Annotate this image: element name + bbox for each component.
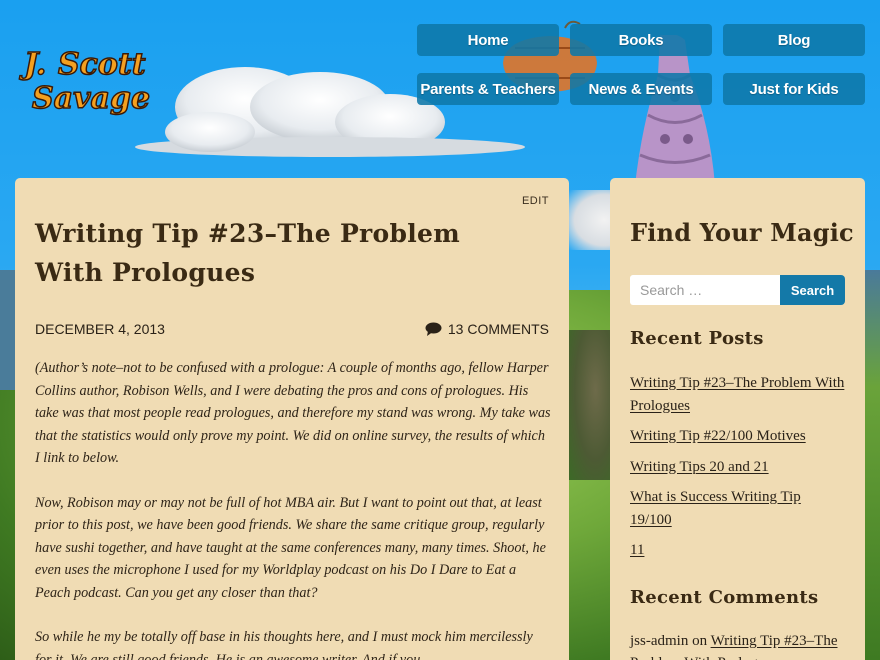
main-nav: Home Books Blog Parents & Teachers News … [417,24,865,106]
background-grass-right [864,270,880,660]
recent-comments-title: Recent Comments [630,587,819,608]
recent-post-item: What is Success Writing Tip 19/100 [630,486,845,531]
svg-text:J.: J. [19,47,46,82]
post-title: Writing Tip #23–The Problem With Prologu… [35,219,461,287]
nav-news-events[interactable]: News & Events [570,73,712,105]
post-meta: DECEMBER 4, 2013 13 COMMENTS [35,319,549,341]
recent-post-item: 11 [630,539,845,562]
svg-text:Savage: Savage [32,81,150,116]
comments-link[interactable]: 13 COMMENTS [425,321,549,337]
comments-count: 13 COMMENTS [447,321,549,337]
find-your-magic-title: Find Your Magic [630,218,854,247]
edit-link[interactable]: EDIT [522,195,549,207]
sidebar: Find Your Magic Search Recent Posts Writ… [610,178,865,660]
search-input[interactable] [630,275,780,305]
recent-post-link[interactable]: 11 [630,542,644,558]
recent-post-link[interactable]: Writing Tips 20 and 21 [630,459,769,475]
svg-text:Scott: Scott [58,47,146,82]
post-paragraph: (Author’s note–not to be confused with a… [35,360,551,466]
recent-posts-list: Writing Tip #23–The Problem With Prologu… [630,372,845,570]
comment-bubble-icon [425,322,442,336]
background-cloud-small [569,190,613,250]
nav-blog[interactable]: Blog [723,24,865,56]
post-paragraph: So while he my be totally off base in hi… [35,629,533,660]
recent-post-link[interactable]: What is Success Writing Tip 19/100 [630,489,801,528]
nav-books[interactable]: Books [570,24,712,56]
comment-on-label: on [692,633,708,649]
recent-post-link[interactable]: Writing Tip #22/100 Motives [630,428,806,444]
recent-post-item: Writing Tips 20 and 21 [630,456,845,479]
recent-post-item: Writing Tip #23–The Problem With Prologu… [630,372,845,417]
recent-post-item: Writing Tip #22/100 Motives [630,425,845,448]
search-button[interactable]: Search [780,275,845,305]
post-card: EDIT Writing Tip #23–The Problem With Pr… [15,178,569,660]
recent-comment-item: jss-admin on Writing Tip #23–The Problem… [630,630,845,660]
search-form: Search [630,275,845,305]
nav-home[interactable]: Home [417,24,559,56]
recent-posts-title: Recent Posts [630,328,764,349]
site-logo[interactable]: J. Scott Savage [18,40,170,116]
recent-post-link[interactable]: Writing Tip #23–The Problem With Prologu… [630,375,844,414]
post-paragraph: Now, Robison may or may not be full of h… [35,494,546,601]
nav-parents-teachers[interactable]: Parents & Teachers [417,73,559,105]
nav-just-for-kids[interactable]: Just for Kids [723,73,865,105]
post-date[interactable]: DECEMBER 4, 2013 [35,321,165,337]
background-rock [569,330,613,480]
comment-author: jss-admin [630,633,689,649]
post-body: (Author’s note–not to be confused with a… [35,357,551,660]
